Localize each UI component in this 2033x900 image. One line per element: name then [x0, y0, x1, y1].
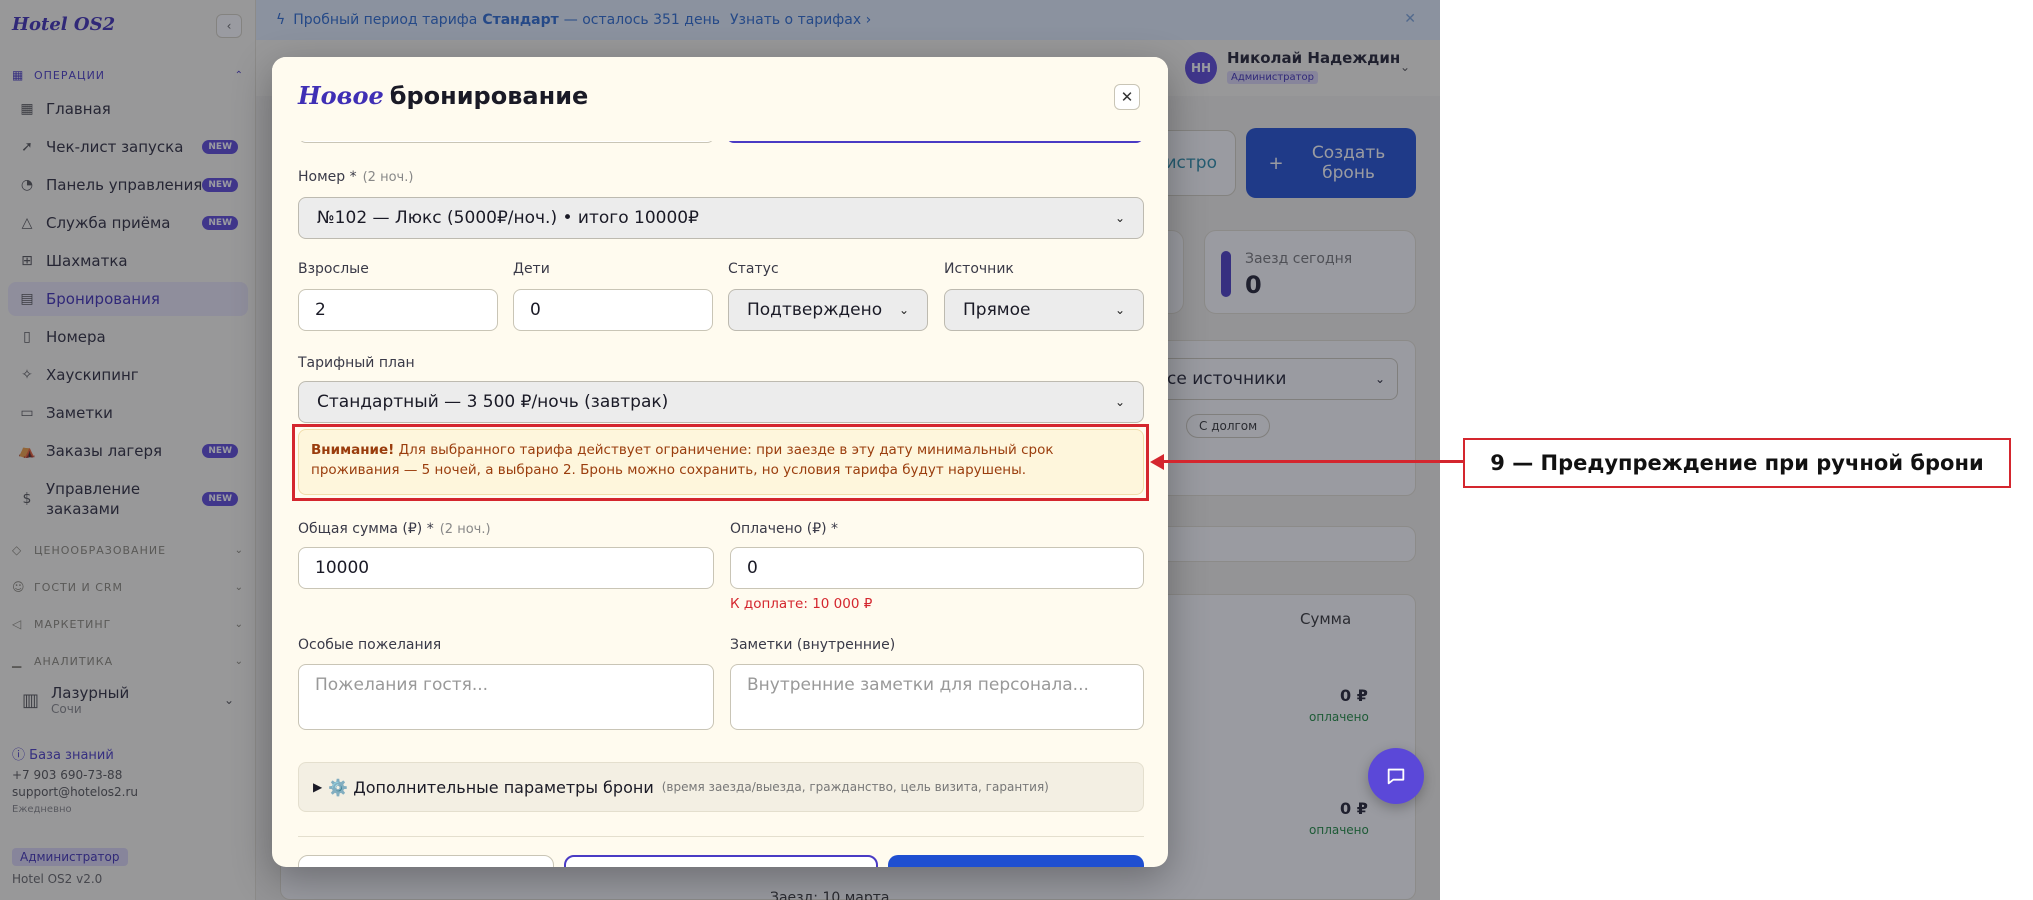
tariff-select[interactable]: Стандартный — 3 500 ₽/ночь (завтрак) ⌄ [298, 381, 1144, 423]
extra-params-toggle[interactable]: ▶ ⚙️ Дополнительные параметры брони (вре… [298, 762, 1144, 812]
status-select-value: Подтверждено [747, 300, 883, 320]
paid-input[interactable]: 0 [730, 547, 1144, 589]
tariff-select-value: Стандартный — 3 500 ₽/ночь (завтрак) [317, 392, 669, 412]
modal-title: Новое бронирование [298, 81, 588, 110]
room-select[interactable]: №102 — Люкс (5000₽/ноч.) • итого 10000₽ … [298, 197, 1144, 239]
chevron-down-icon: ⌄ [1114, 395, 1125, 409]
close-button[interactable]: ✕ [1114, 84, 1140, 110]
extra-params-sub: (время заезда/выезда, гражданство, цель … [661, 780, 1049, 794]
due-amount: К доплате: 10 000 ₽ [730, 596, 873, 612]
total-label-hint: (2 ноч.) [439, 522, 491, 537]
modal-title-accent: Новое [298, 81, 384, 110]
extra-params-label: ⚙️ Дополнительные параметры брони [328, 777, 654, 797]
caret-right-icon: ▶ [313, 780, 323, 794]
notes-label: Заметки (внутренние) [730, 637, 896, 653]
annotation-arrow-head [1150, 454, 1164, 470]
annotation-arrow [1158, 460, 1463, 463]
paid-label: Оплачено (₽) * [730, 521, 839, 537]
chat-icon [1387, 768, 1405, 785]
footer-divider [298, 836, 1144, 837]
annotation-highlight [292, 424, 1149, 501]
chevron-down-icon: ⌄ [1114, 303, 1125, 317]
notes-textarea[interactable]: Внутренние заметки для персонала... [730, 664, 1144, 730]
save-button[interactable] [888, 855, 1144, 867]
modal-header: Новое бронирование ✕ [272, 57, 1168, 141]
close-icon: ✕ [1120, 88, 1134, 106]
modal-title-main: бронирование [389, 82, 589, 110]
source-label: Источник [944, 261, 1014, 277]
wishes-textarea[interactable]: Пожелания гостя... [298, 664, 714, 730]
chevron-down-icon: ⌄ [1114, 211, 1125, 225]
room-label-hint: (2 ноч.) [362, 170, 414, 185]
children-input[interactable]: 0 [513, 289, 713, 331]
adults-input[interactable]: 2 [298, 289, 498, 331]
source-select[interactable]: Прямое ⌄ [944, 289, 1144, 331]
room-select-value: №102 — Люкс (5000₽/ноч.) • итого 10000₽ [317, 208, 699, 228]
total-input[interactable]: 10000 [298, 547, 714, 589]
room-label: Номер * (2 ноч.) [298, 169, 413, 185]
total-label: Общая сумма (₽) * (2 ноч.) [298, 521, 491, 537]
secondary-button[interactable] [564, 855, 878, 867]
room-label-text: Номер * [298, 169, 357, 185]
status-label: Статус [728, 261, 779, 277]
chevron-down-icon: ⌄ [898, 303, 909, 317]
total-label-text: Общая сумма (₽) * [298, 521, 434, 537]
source-select-value: Прямое [963, 300, 1031, 320]
children-label: Дети [513, 261, 550, 277]
wishes-label: Особые пожелания [298, 637, 442, 653]
chat-button[interactable] [1368, 748, 1424, 804]
status-select[interactable]: Подтверждено ⌄ [728, 289, 928, 331]
cancel-button[interactable] [298, 855, 554, 867]
tariff-label: Тарифный план [298, 355, 415, 371]
annotation-label: 9 — Предупреждение при ручной брони [1463, 438, 2011, 488]
adults-label: Взрослые [298, 261, 369, 277]
